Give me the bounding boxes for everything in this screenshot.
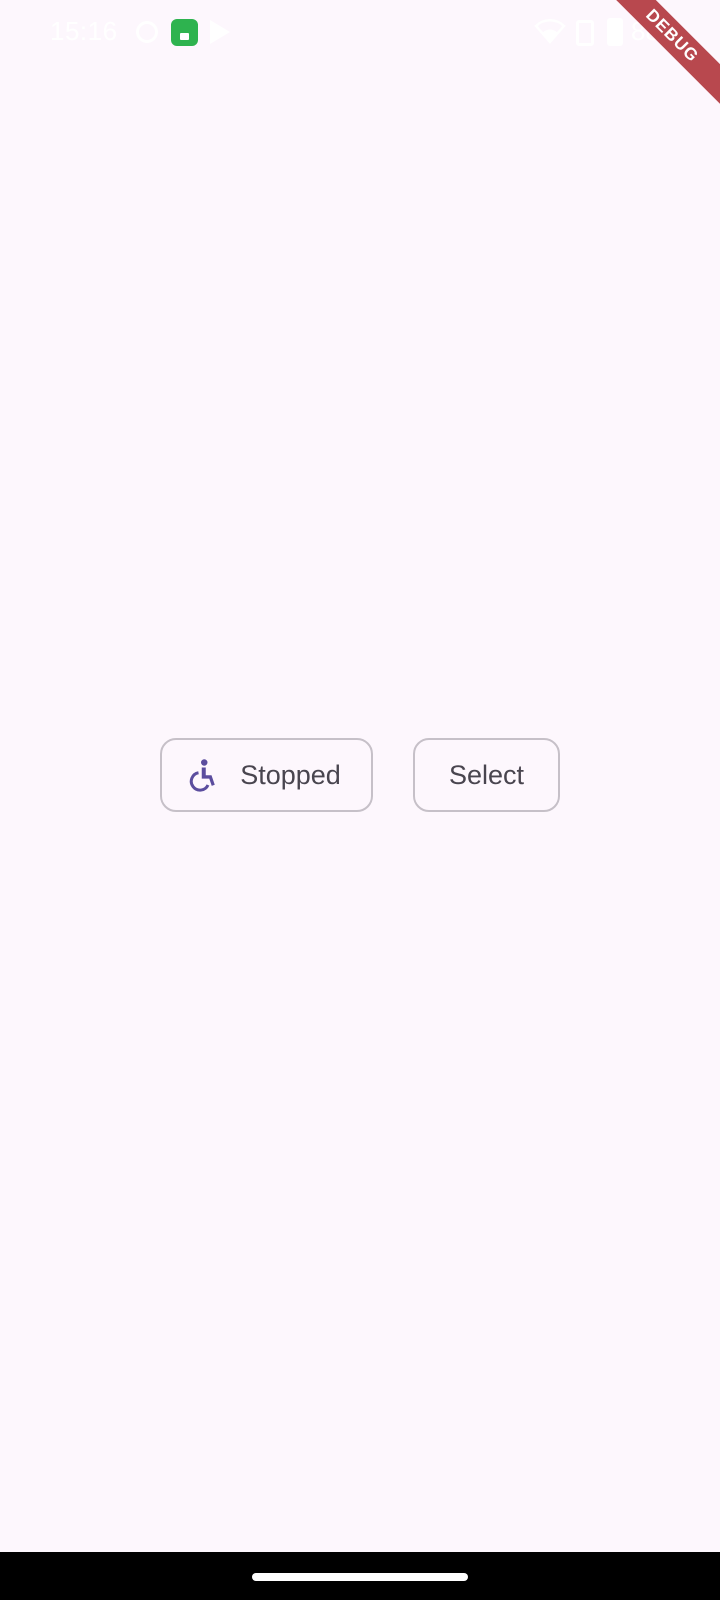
status-time: 15:16 — [50, 16, 118, 46]
home-handle[interactable] — [252, 1573, 468, 1581]
battery-icon — [607, 18, 623, 46]
stopped-button-label: Stopped — [240, 759, 341, 790]
sync-icon — [136, 21, 158, 43]
accessible-forward-icon — [190, 759, 215, 792]
app-store-icon — [171, 19, 198, 46]
stopped-button[interactable]: Stopped — [160, 738, 373, 812]
play-store-icon — [210, 20, 230, 44]
select-button[interactable]: Select — [413, 738, 560, 812]
select-button-label: Select — [448, 759, 525, 790]
wifi-icon — [534, 19, 566, 44]
navigation-bar — [0, 1552, 720, 1600]
status-bar: 15:16 88% — [0, 0, 720, 64]
sim-icon — [576, 20, 594, 46]
